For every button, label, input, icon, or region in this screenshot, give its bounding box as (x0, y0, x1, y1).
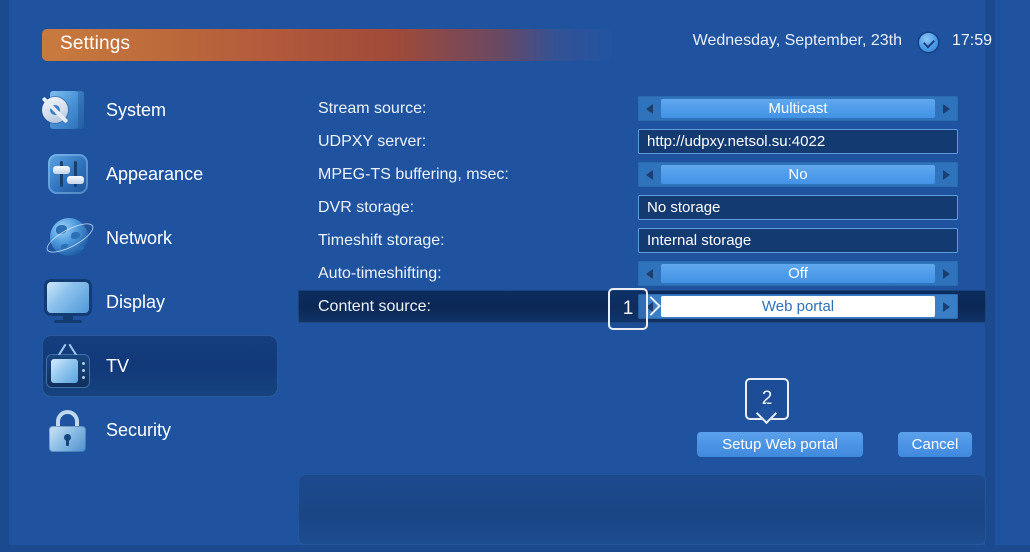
page-title: Settings (60, 33, 131, 54)
field-label: Content source: (318, 297, 431, 315)
callout-pointer-icon (755, 402, 778, 425)
callout-marker-2: 2 (745, 378, 789, 425)
field-label: UDPXY server: (318, 132, 427, 150)
right-outer-strip (995, 0, 1030, 552)
sidebar-item-security[interactable]: Security (0, 398, 290, 462)
spinner-right-arrow-icon[interactable] (936, 261, 958, 286)
field-label: Auto-timeshifting: (318, 264, 442, 282)
field-label: Timeshift storage: (318, 231, 445, 249)
system-gear-box-icon (42, 87, 94, 133)
sidebar-item-label: TV (106, 355, 130, 376)
row-mpegts-buffering: MPEG-TS buffering, msec: No (298, 158, 986, 191)
sliders-icon (42, 151, 94, 197)
field-timeshift-storage[interactable]: Internal storage (638, 228, 958, 253)
clock-icon (919, 33, 938, 52)
field-label: DVR storage: (318, 198, 415, 216)
cancel-button[interactable]: Cancel (898, 432, 972, 457)
row-timeshift-storage: Timeshift storage: Internal storage (298, 224, 986, 257)
spinner-right-arrow-icon[interactable] (936, 294, 958, 319)
setup-web-portal-button[interactable]: Setup Web portal (697, 432, 863, 457)
sidebar-item-label: Security (106, 419, 172, 440)
spinner-value: No (661, 165, 935, 184)
spinner-left-arrow-icon[interactable] (638, 162, 660, 187)
globe-icon (42, 215, 98, 261)
title-bar: Settings (42, 29, 612, 61)
textbox-value[interactable]: Internal storage (638, 228, 958, 253)
callout-marker-1: 1 (608, 288, 661, 330)
tv-icon (42, 343, 94, 389)
row-stream-source: Stream source: Multicast (298, 92, 986, 125)
sidebar-item-display[interactable]: Display (0, 270, 290, 334)
row-udpxy-server: UDPXY server: http://udpxy.netsol.su:402… (298, 125, 986, 158)
right-edge-strip (985, 0, 995, 552)
callout-marker-1-label: 1 (622, 298, 634, 319)
row-auto-timeshifting: Auto-timeshifting: Off (298, 257, 986, 290)
spinner-value: Multicast (661, 99, 935, 118)
padlock-icon (42, 407, 94, 453)
sidebar-item-tv[interactable]: TV (0, 334, 290, 398)
spinner-right-arrow-icon[interactable] (936, 96, 958, 121)
header-time: 17:59 (951, 32, 992, 49)
sidebar-item-label: System (106, 99, 167, 120)
settings-screen: Settings Wednesday, September, 23th 17:5… (0, 0, 1030, 552)
sidebar: System Appearance Network Display TV Sec… (0, 78, 290, 462)
sidebar-item-appearance[interactable]: Appearance (0, 142, 290, 206)
spinner-value: Off (661, 264, 935, 283)
field-auto-timeshifting[interactable]: Off (638, 261, 958, 286)
sidebar-item-system[interactable]: System (0, 78, 290, 142)
textbox-value[interactable]: http://udpxy.netsol.su:4022 (638, 129, 958, 154)
sidebar-item-label: Appearance (106, 163, 204, 184)
header-date: Wednesday, September, 23th (692, 32, 902, 49)
info-panel (298, 474, 986, 545)
spinner-value: Web portal (661, 296, 935, 317)
bottom-edge-strip (0, 545, 1030, 552)
field-label: Stream source: (318, 99, 427, 117)
field-mpegts-buffering[interactable]: No (638, 162, 958, 187)
spinner-right-arrow-icon[interactable] (936, 162, 958, 187)
sidebar-item-label: Network (106, 227, 173, 248)
row-dvr-storage: DVR storage: No storage (298, 191, 986, 224)
textbox-value[interactable]: No storage (638, 195, 958, 220)
field-stream-source[interactable]: Multicast (638, 96, 958, 121)
field-udpxy-server[interactable]: http://udpxy.netsol.su:4022 (638, 129, 958, 154)
spinner-left-arrow-icon[interactable] (638, 96, 660, 121)
sidebar-item-label: Display (106, 291, 166, 312)
field-dvr-storage[interactable]: No storage (638, 195, 958, 220)
spinner-left-arrow-icon[interactable] (638, 261, 660, 286)
sidebar-item-network[interactable]: Network (0, 206, 290, 270)
field-content-source[interactable]: Web portal (638, 294, 958, 319)
field-label: MPEG-TS buffering, msec: (318, 165, 509, 183)
monitor-icon (42, 279, 94, 325)
